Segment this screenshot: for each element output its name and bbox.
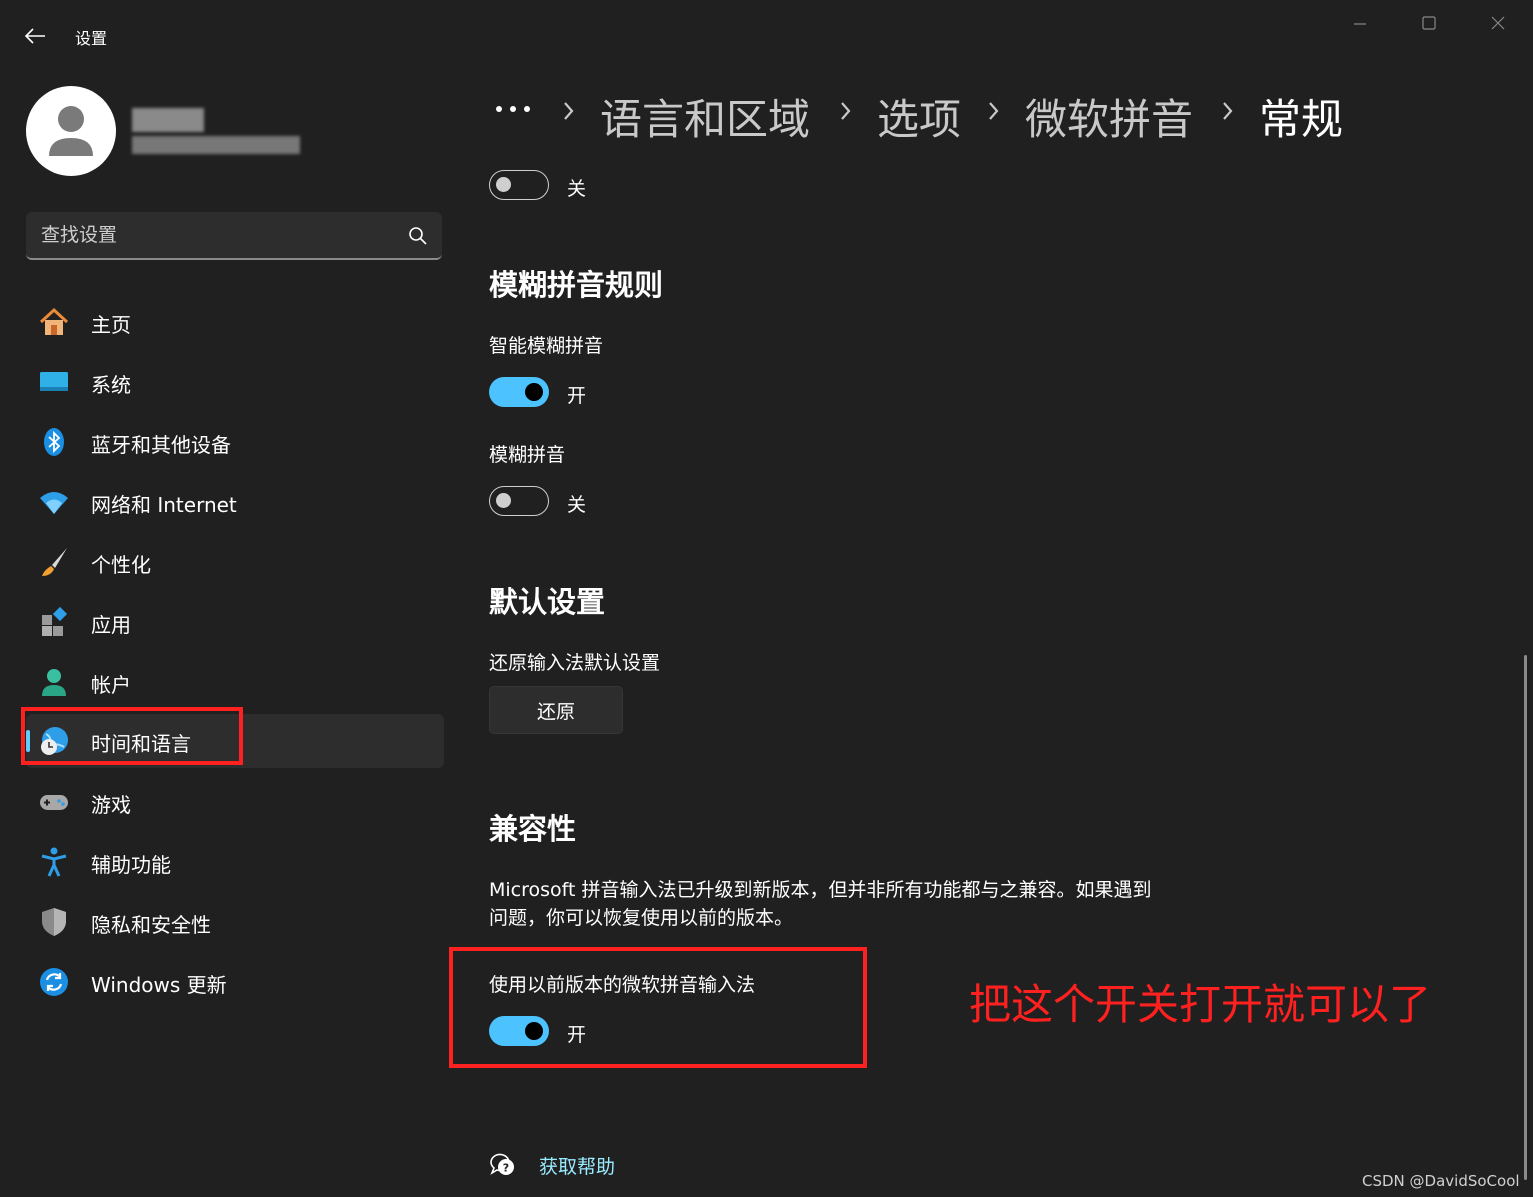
scrollbar[interactable]: [1524, 655, 1527, 1180]
user-icon: [49, 106, 93, 156]
gamepad-icon: [40, 795, 68, 810]
chevron-right-icon: [989, 102, 999, 120]
sidebar-item-bluetooth[interactable]: 蓝牙和其他设备: [26, 415, 444, 469]
fuzzy-pinyin-toggle[interactable]: [489, 486, 549, 516]
back-button[interactable]: [14, 18, 56, 54]
sidebar-item-label: 应用: [91, 613, 131, 637]
sidebar-item-label: 隐私和安全性: [91, 913, 211, 937]
breadcrumb-overflow-button[interactable]: [494, 92, 536, 128]
update-icon: [40, 968, 68, 996]
help-chat-icon: ?: [490, 1153, 514, 1175]
arrow-left-icon: [24, 28, 45, 44]
chevron-right-icon: [841, 102, 851, 120]
sidebar-item-label: 主页: [91, 313, 131, 337]
sidebar-item-windows-update[interactable]: Windows 更新: [26, 955, 444, 1009]
compat-description: Microsoft 拼音输入法已升级到新版本，但并非所有功能都与之兼容。如果遇到…: [489, 879, 1152, 929]
annotation-box-toggle: [449, 947, 867, 1068]
annotation-box-nav: [21, 707, 243, 765]
page-title: 常规: [1259, 95, 1344, 144]
toggle-state-label: 开: [567, 385, 587, 407]
close-icon: [1491, 16, 1505, 30]
restore-defaults-label: 还原输入法默认设置: [489, 652, 661, 674]
sidebar-item-accounts[interactable]: 帐户: [26, 655, 444, 709]
watermark: CSDN @DavidSoCool: [1362, 1172, 1520, 1190]
sidebar-item-label: 蓝牙和其他设备: [91, 433, 231, 457]
app-title: 设置: [75, 29, 108, 48]
annotation-text: 把这个开关打开就可以了: [969, 980, 1432, 1029]
get-help-link[interactable]: 获取帮助: [539, 1152, 615, 1179]
section-heading-defaults: 默认设置: [489, 585, 606, 619]
restore-button[interactable]: 还原: [489, 686, 623, 734]
sidebar-item-apps[interactable]: 应用: [26, 595, 444, 649]
breadcrumb-item[interactable]: 微软拼音: [1025, 86, 1193, 147]
avatar[interactable]: [26, 86, 116, 176]
sidebar-item-label: 个性化: [91, 553, 151, 577]
apps-icon: [42, 606, 68, 636]
minimize-button[interactable]: [1326, 6, 1394, 40]
maximize-icon: [1422, 16, 1436, 30]
toggle-state-label: 关: [567, 494, 587, 516]
sidebar-item-network[interactable]: 网络和 Internet: [26, 475, 444, 529]
minimize-icon: [1354, 23, 1366, 25]
sidebar-item-gaming[interactable]: 游戏: [26, 775, 444, 829]
shield-icon: [42, 908, 66, 936]
maximize-button[interactable]: [1395, 6, 1463, 40]
top-toggle[interactable]: [489, 170, 549, 200]
svg-text:?: ?: [503, 1162, 509, 1175]
smart-fuzzy-toggle[interactable]: [489, 377, 549, 407]
sidebar-item-label: 系统: [91, 373, 131, 397]
sidebar-item-privacy[interactable]: 隐私和安全性: [26, 895, 444, 949]
account-icon: [42, 669, 66, 696]
sidebar-item-label: 游戏: [91, 793, 131, 817]
account-name-redacted: [132, 104, 307, 160]
accessibility-icon: [41, 847, 67, 877]
sidebar-item-label: 辅助功能: [91, 853, 171, 877]
more-dots-icon: [496, 106, 530, 112]
breadcrumb-item[interactable]: 选项: [877, 86, 961, 147]
smart-fuzzy-label: 智能模糊拼音: [489, 335, 604, 357]
home-icon: [39, 307, 69, 335]
paintbrush-icon: [42, 548, 67, 576]
chevron-right-icon: [564, 102, 574, 120]
sidebar-item-system[interactable]: 系统: [26, 355, 444, 409]
monitor-icon: [40, 372, 68, 391]
close-button[interactable]: [1464, 6, 1532, 40]
chevron-right-icon: [1223, 102, 1233, 120]
section-heading-compat: 兼容性: [489, 812, 577, 846]
sidebar-item-accessibility[interactable]: 辅助功能: [26, 835, 444, 889]
sidebar-item-label: 帐户: [91, 673, 131, 697]
sidebar-item-label: Windows 更新: [91, 973, 227, 997]
fuzzy-pinyin-label: 模糊拼音: [489, 444, 566, 466]
toggle-state-label: 关: [567, 178, 587, 200]
sidebar-item-home[interactable]: 主页: [26, 295, 444, 349]
section-heading-fuzzy: 模糊拼音规则: [489, 268, 664, 302]
sidebar-item-label: 网络和 Internet: [91, 493, 237, 517]
search-input[interactable]: [26, 212, 396, 258]
search-icon[interactable]: [408, 226, 428, 246]
sidebar-item-personalization[interactable]: 个性化: [26, 535, 444, 589]
wifi-icon: [40, 492, 68, 514]
bluetooth-icon: [44, 428, 64, 456]
search-box[interactable]: [26, 212, 442, 260]
breadcrumb-item[interactable]: 语言和区域: [600, 86, 810, 147]
